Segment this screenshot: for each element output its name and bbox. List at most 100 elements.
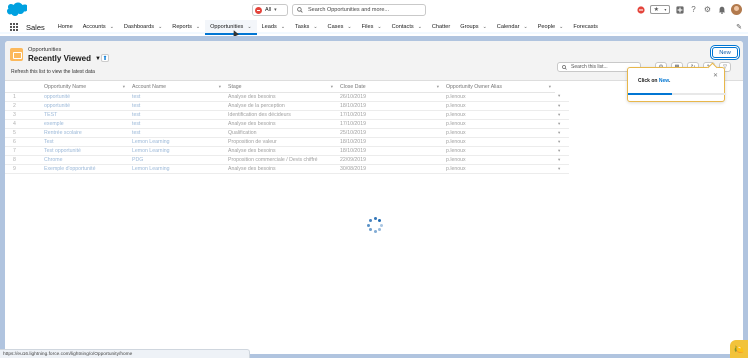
bell-icon[interactable]	[717, 5, 726, 14]
nav-item-accounts[interactable]: Accounts ⌄	[78, 20, 119, 34]
chevron-down-icon[interactable]: ⌄	[110, 24, 114, 30]
nav-item-label: Opportunities	[210, 24, 244, 30]
table-row[interactable]: 1 opportunité test Analyse des besoins 26/10…	[5, 92, 569, 102]
column-header[interactable]: Close Date ▾	[337, 82, 443, 93]
app-launcher-icon[interactable]	[8, 20, 20, 34]
salesforce-cloud-logo[interactable]	[5, 2, 27, 17]
table-row[interactable]: 7 Test opportunité Lemon Learning Analyse d…	[5, 146, 569, 156]
column-header[interactable]: Opportunity Name ▾	[41, 82, 129, 93]
nav-item-calendar[interactable]: Calendar ⌄	[492, 20, 533, 34]
row-actions-icon[interactable]: ▾	[555, 110, 569, 120]
nav-item-label: Tasks	[295, 24, 310, 30]
nav-item-label: People	[537, 24, 556, 30]
pin-icon[interactable]: ⬆	[101, 54, 109, 62]
table-row[interactable]: 6 Test Lemon Learning Proposition de valeur…	[5, 137, 569, 147]
nav-item-forecasts[interactable]: Forecasts	[568, 20, 603, 34]
chevron-down-icon[interactable]: ⌄	[347, 24, 351, 30]
gear-icon[interactable]: ⚙	[703, 5, 712, 14]
table-header-row: Opportunity Name ▾ Account Name ▾ Stage ▾ C…	[5, 82, 569, 93]
chevron-down-icon[interactable]: ⌄	[418, 24, 422, 30]
opportunity-name-link[interactable]: opportunité	[41, 101, 129, 111]
new-button[interactable]: New	[712, 47, 738, 58]
nav-item-people[interactable]: People ⌄	[533, 20, 569, 34]
close-icon[interactable]: ✕	[713, 72, 718, 79]
row-number: 4	[5, 119, 41, 129]
account-name-link[interactable]: test	[129, 101, 225, 111]
chevron-down-icon[interactable]: ⌄	[313, 24, 317, 30]
account-name-link[interactable]: PDG	[129, 155, 225, 165]
nav-item-label: Contacts	[391, 24, 414, 30]
row-actions-icon[interactable]: ▾	[555, 128, 569, 138]
nav-item-reports[interactable]: Reports ⌄	[167, 20, 205, 34]
row-actions-icon[interactable]: ▾	[555, 92, 569, 102]
chevron-down-icon[interactable]: ⌄	[559, 24, 563, 30]
table-row[interactable]: 9 Exemple d'opportunité Lemon Learning Anal…	[5, 164, 569, 174]
column-header[interactable]: Opportunity Owner Alias ▾	[443, 82, 555, 93]
opportunity-name-link[interactable]: Exemple d'opportunité	[41, 164, 129, 174]
row-actions-icon[interactable]: ▾	[555, 155, 569, 165]
row-actions-icon[interactable]: ▾	[555, 119, 569, 129]
owner-alias-cell: p.lenoux	[443, 119, 555, 129]
row-actions-icon[interactable]: ▾	[555, 146, 569, 156]
table-row[interactable]: 8 Chrome PDG Proposition commerciale / Devi…	[5, 155, 569, 165]
column-header[interactable]: Account Name ▾	[129, 82, 225, 93]
opportunity-name-link[interactable]: opportunité	[41, 92, 129, 102]
opportunity-name-link[interactable]: exemple	[41, 119, 129, 129]
nav-item-label: Cases	[327, 24, 344, 30]
search-input[interactable]: Search Opportunities and more...	[292, 4, 426, 16]
account-name-link[interactable]: Lemon Learning	[129, 137, 225, 147]
account-name-link[interactable]: test	[129, 110, 225, 120]
opportunity-name-link[interactable]: Test	[41, 137, 129, 147]
assistant-lemon-icon[interactable]: 🍋	[730, 340, 748, 358]
nav-item-contacts[interactable]: Contacts ⌄	[387, 20, 427, 34]
opportunity-name-link[interactable]: Chrome	[41, 155, 129, 165]
chevron-down-icon[interactable]: ⌄	[196, 24, 200, 30]
stage-cell: Identification des décideurs	[225, 110, 337, 120]
nav-item-tasks[interactable]: Tasks ⌄	[290, 20, 323, 34]
stage-cell: Analyse de la perception	[225, 101, 337, 111]
chevron-down-icon[interactable]: ⌄	[247, 24, 251, 30]
account-name-link[interactable]: test	[129, 128, 225, 138]
row-actions-icon[interactable]: ▾	[555, 137, 569, 147]
chevron-down-icon[interactable]: ⌄	[523, 24, 527, 30]
account-name-link[interactable]: Lemon Learning	[129, 146, 225, 156]
edit-nav-icon[interactable]: ✎	[736, 23, 742, 31]
opportunity-name-link[interactable]: Rentrée scolaire	[41, 128, 129, 138]
chevron-down-icon[interactable]: ⌄	[483, 24, 487, 30]
search-icon	[297, 7, 303, 13]
favorites-icon[interactable]: ★ ▾	[650, 5, 670, 14]
table-row[interactable]: 4 exemple test Analyse des besoins 17/10/201…	[5, 119, 569, 129]
account-name-link[interactable]: test	[129, 92, 225, 102]
table-row[interactable]: 5 Rentrée scolaire test Qualification 25/10/…	[5, 128, 569, 138]
global-search: All ▾ Search Opportunities and more...	[252, 4, 426, 16]
opportunity-name-link[interactable]: Test opportunité	[41, 146, 129, 156]
table-row[interactable]: 3 TEST test Identification des décideurs 17/…	[5, 110, 569, 120]
row-actions-icon[interactable]: ▾	[555, 101, 569, 111]
list-view-selector[interactable]: Recently Viewed ▼	[28, 54, 101, 63]
nav-item-chatter[interactable]: Chatter	[427, 20, 455, 34]
close-date-cell: 25/10/2019	[337, 128, 443, 138]
add-icon[interactable]	[675, 5, 684, 14]
opportunity-name-link[interactable]: TEST	[41, 110, 129, 120]
search-scope-select[interactable]: All ▾	[252, 4, 288, 16]
chevron-down-icon[interactable]: ⌄	[158, 24, 162, 30]
object-label: Opportunities	[28, 47, 62, 53]
loading-spinner	[366, 216, 384, 234]
table-row[interactable]: 2 opportunité test Analyse de la perception…	[5, 101, 569, 111]
nav-item-files[interactable]: Files ⌄	[357, 20, 387, 34]
chevron-down-icon[interactable]: ⌄	[377, 24, 381, 30]
column-header[interactable]: Stage ▾	[225, 82, 337, 93]
nav-item-dashboards[interactable]: Dashboards ⌄	[119, 20, 167, 34]
avatar[interactable]	[731, 4, 742, 15]
nav-item-cases[interactable]: Cases ⌄	[323, 20, 357, 34]
help-icon[interactable]: ?	[689, 5, 698, 14]
guide-instruction: Click on New.	[638, 78, 671, 84]
nav-item-home[interactable]: Home	[53, 20, 78, 34]
row-actions-icon[interactable]: ▾	[555, 164, 569, 174]
nav-item-leads[interactable]: Leads ⌄	[257, 20, 290, 34]
account-name-link[interactable]: test	[129, 119, 225, 129]
nav-item-groups[interactable]: Groups ⌄	[455, 20, 492, 34]
chevron-down-icon[interactable]: ⌄	[281, 24, 285, 30]
owner-alias-cell: p.lenoux	[443, 164, 555, 174]
account-name-link[interactable]: Lemon Learning	[129, 164, 225, 174]
